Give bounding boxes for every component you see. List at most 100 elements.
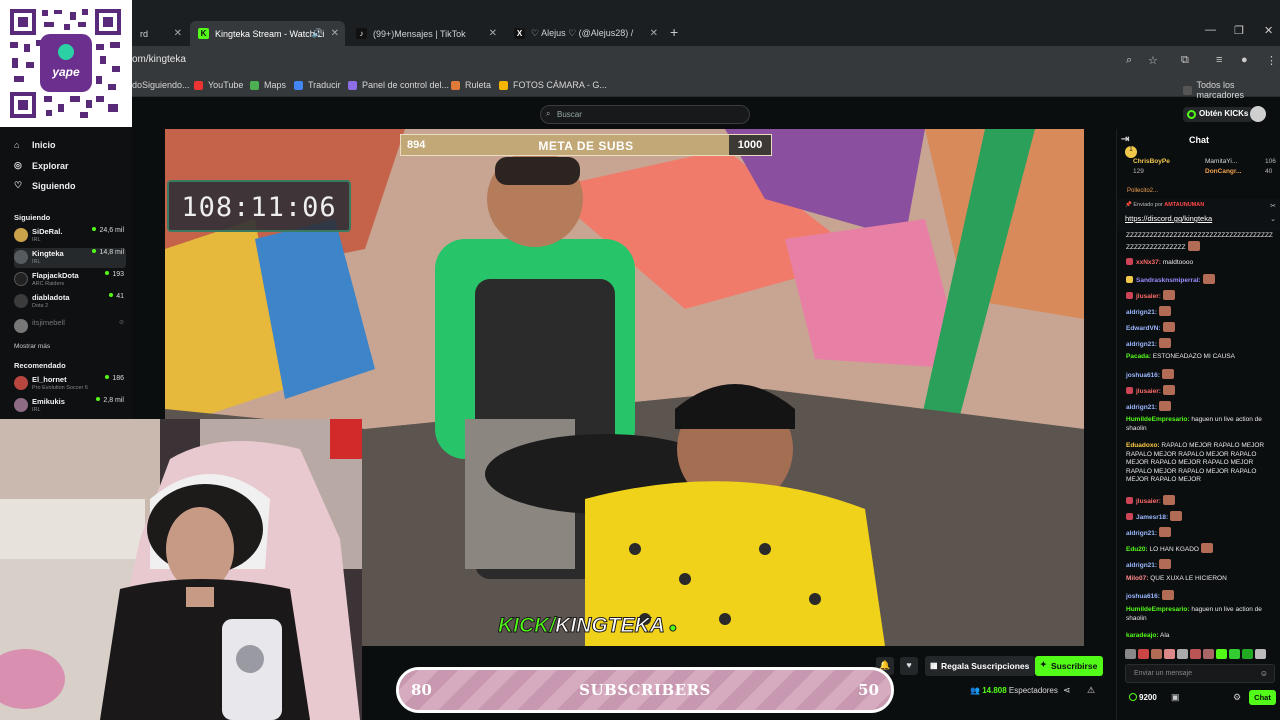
emote-icon[interactable] (1151, 649, 1162, 659)
message-user[interactable]: joshua616: (1126, 593, 1160, 600)
close-icon[interactable]: ✕ (174, 28, 182, 39)
send-chat-button[interactable]: Chat (1249, 690, 1276, 705)
emote-icon[interactable] (1125, 649, 1136, 659)
channel-flapjackdota[interactable]: FlapjackDota ARC Raiders 193 (14, 270, 126, 290)
channel-diabladota[interactable]: diabladota Dota 2 41 (14, 292, 126, 312)
gifter-2[interactable]: MamitaYi... (1205, 158, 1237, 165)
gifter-3[interactable]: DonCangr... (1205, 168, 1241, 175)
bookmark-translate[interactable]: Traducir (294, 80, 341, 90)
emote-icon[interactable] (1203, 649, 1214, 659)
bookmark-0[interactable]: doSiguiendo... (132, 80, 190, 90)
discord-link[interactable]: https://discord.gg/kingteka (1125, 214, 1212, 223)
bookmark-youtube[interactable]: YouTube (194, 80, 243, 90)
message-user[interactable]: joshua616: (1126, 372, 1160, 379)
get-kicks-button[interactable]: Obtén KICKs (1183, 107, 1254, 122)
quick-emotes-bar (1125, 649, 1275, 661)
message-user[interactable]: karadeajo: (1126, 632, 1159, 639)
emote-icon[interactable] (1229, 649, 1240, 659)
restore-icon[interactable]: ❐ (1234, 24, 1244, 37)
emoji-icon[interactable]: ☺ (1260, 669, 1268, 678)
star-icon[interactable]: ☆ (1148, 54, 1158, 67)
message-user[interactable]: aldrign21: (1126, 530, 1157, 537)
report-icon[interactable]: ⚠ (1087, 685, 1095, 696)
bookmark-ruleta[interactable]: Ruleta (451, 80, 491, 90)
message-user[interactable]: aldrign21: (1126, 404, 1157, 411)
message-user[interactable]: HumildeEmpresario: (1126, 416, 1190, 423)
nav-siguiendo[interactable]: ♡ Siguiendo (14, 180, 76, 191)
viewer-count: 193 (105, 271, 124, 278)
profile-icon[interactable]: ● (1241, 54, 1248, 66)
bookmark-label: Maps (264, 80, 287, 90)
message-user[interactable]: Pacada: (1126, 353, 1151, 360)
extensions-icon[interactable]: ⧉ (1181, 54, 1189, 67)
channel-sideral[interactable]: SiDeRal. IRL 24,6 mil (14, 226, 126, 246)
gifter-1[interactable]: ChrisBoyPe (1133, 158, 1170, 165)
message-user[interactable]: Jamesr18: (1136, 514, 1168, 521)
bookmark-fotos[interactable]: FOTOS CÁMARA - G... (499, 80, 607, 90)
window-close-icon[interactable]: ✕ (1264, 24, 1273, 37)
channel-kingteka[interactable]: Kingteka IRL 14,8 mil (14, 248, 126, 268)
emote-icon[interactable] (1190, 649, 1201, 659)
nav-inicio[interactable]: ⌂ Inicio (14, 140, 56, 150)
chat-message-input[interactable]: Enviar un mensaje ☺ (1125, 664, 1275, 683)
message-user[interactable]: HumildeEmpresario: (1126, 606, 1190, 613)
message-user[interactable]: aldrign21: (1126, 562, 1157, 569)
bookmark-panel[interactable]: Panel de control del... (348, 80, 449, 90)
unpin-icon[interactable]: ✂ (1270, 202, 1276, 210)
tab-2[interactable]: K Kingteka Stream - Watch Li 🔊 ✕ (190, 21, 345, 46)
message-user[interactable]: aldrign21: (1126, 341, 1157, 348)
subscribe-button[interactable]: ✦ Suscribirse (1035, 656, 1104, 676)
media-icon[interactable]: ≡ (1216, 54, 1222, 66)
emote-icon[interactable] (1255, 649, 1266, 659)
show-more-link[interactable]: Mostrar más (14, 343, 50, 350)
url-field[interactable]: om/kingteka (132, 54, 186, 65)
emote-icon[interactable] (1138, 649, 1149, 659)
emote-icon[interactable] (1242, 649, 1253, 659)
speaker-icon[interactable]: 🔊 (312, 28, 323, 39)
minimize-icon[interactable]: — (1205, 24, 1216, 36)
tab-3[interactable]: ♪ (99+)Mensajes | TikTok ✕ (348, 21, 503, 46)
close-icon[interactable]: ✕ (331, 28, 339, 39)
kicks-coin-icon (1187, 110, 1196, 119)
new-tab-button[interactable]: + (670, 24, 678, 40)
kicks-balance[interactable]: 9200 (1129, 693, 1157, 702)
tab-4-title: ♡ Alejus ♡ (@Alejus28) / (531, 28, 634, 38)
settings-gear-icon[interactable]: ⚙ (1233, 692, 1241, 703)
gift-subs-button[interactable]: ▦ Regala Suscripciones (925, 656, 1036, 676)
zoom-icon[interactable]: ⌕ (1126, 54, 1132, 67)
follow-heart-icon[interactable]: ♥ (900, 657, 918, 675)
chat-message: ZZZZZZZZZZZZZZZZZZZZZZZZZZZZZZZZZZZZZZZZ… (1126, 232, 1276, 252)
user-avatar[interactable] (1250, 106, 1266, 122)
message-user[interactable]: SandrasknsmiperraI: (1136, 277, 1201, 284)
share-icon[interactable]: ⋖ (1063, 685, 1071, 696)
tab-4[interactable]: X ♡ Alejus ♡ (@Alejus28) / ✕ (506, 21, 664, 46)
chevron-down-icon[interactable]: ⌄ (1270, 215, 1276, 223)
message-user[interactable]: jlusaier: (1136, 388, 1161, 395)
collapse-chat-icon[interactable]: ⇥ (1121, 134, 1129, 145)
message-user[interactable]: Edu20: (1126, 546, 1148, 553)
bookmark-maps[interactable]: Maps (250, 80, 286, 90)
message-user[interactable]: jlusaier: (1136, 498, 1161, 505)
message-user[interactable]: Milo07: (1126, 575, 1148, 582)
message-user[interactable]: jlusaier: (1136, 293, 1161, 300)
message-user[interactable]: EdwardVN: (1126, 325, 1161, 332)
message-user[interactable]: aldrign21: (1126, 309, 1157, 316)
gift-icon[interactable]: ▣ (1171, 692, 1180, 703)
emote-icon[interactable] (1164, 649, 1175, 659)
channel-emikukis[interactable]: Emikukis IRL 2,8 mil (14, 396, 126, 416)
message-user[interactable]: Eduadoxo: (1126, 442, 1160, 449)
close-icon[interactable]: ✕ (489, 28, 497, 39)
search-input[interactable]: ⌕ Buscar (540, 105, 750, 124)
menu-icon[interactable]: ⋮ (1266, 54, 1277, 67)
message-text: maldtoooo (1162, 259, 1194, 266)
gifter-4[interactable]: Pollecito2... (1127, 188, 1158, 194)
close-icon[interactable]: ✕ (650, 28, 658, 39)
message-user[interactable]: xxNx37: (1136, 259, 1161, 266)
all-bookmarks[interactable]: Todos los marcadores (1183, 80, 1280, 100)
emote-icon[interactable] (1177, 649, 1188, 659)
emote-icon[interactable] (1216, 649, 1227, 659)
nav-explorar[interactable]: ◎ Explorar (14, 160, 69, 171)
channel-el-hornet[interactable]: El_hornet Pro Evolution Soccer 6 186 (14, 374, 126, 394)
channel-itsjimebell[interactable]: itsjimebell ⊘ (14, 317, 126, 337)
tab-1[interactable]: rd ✕ (132, 21, 188, 46)
